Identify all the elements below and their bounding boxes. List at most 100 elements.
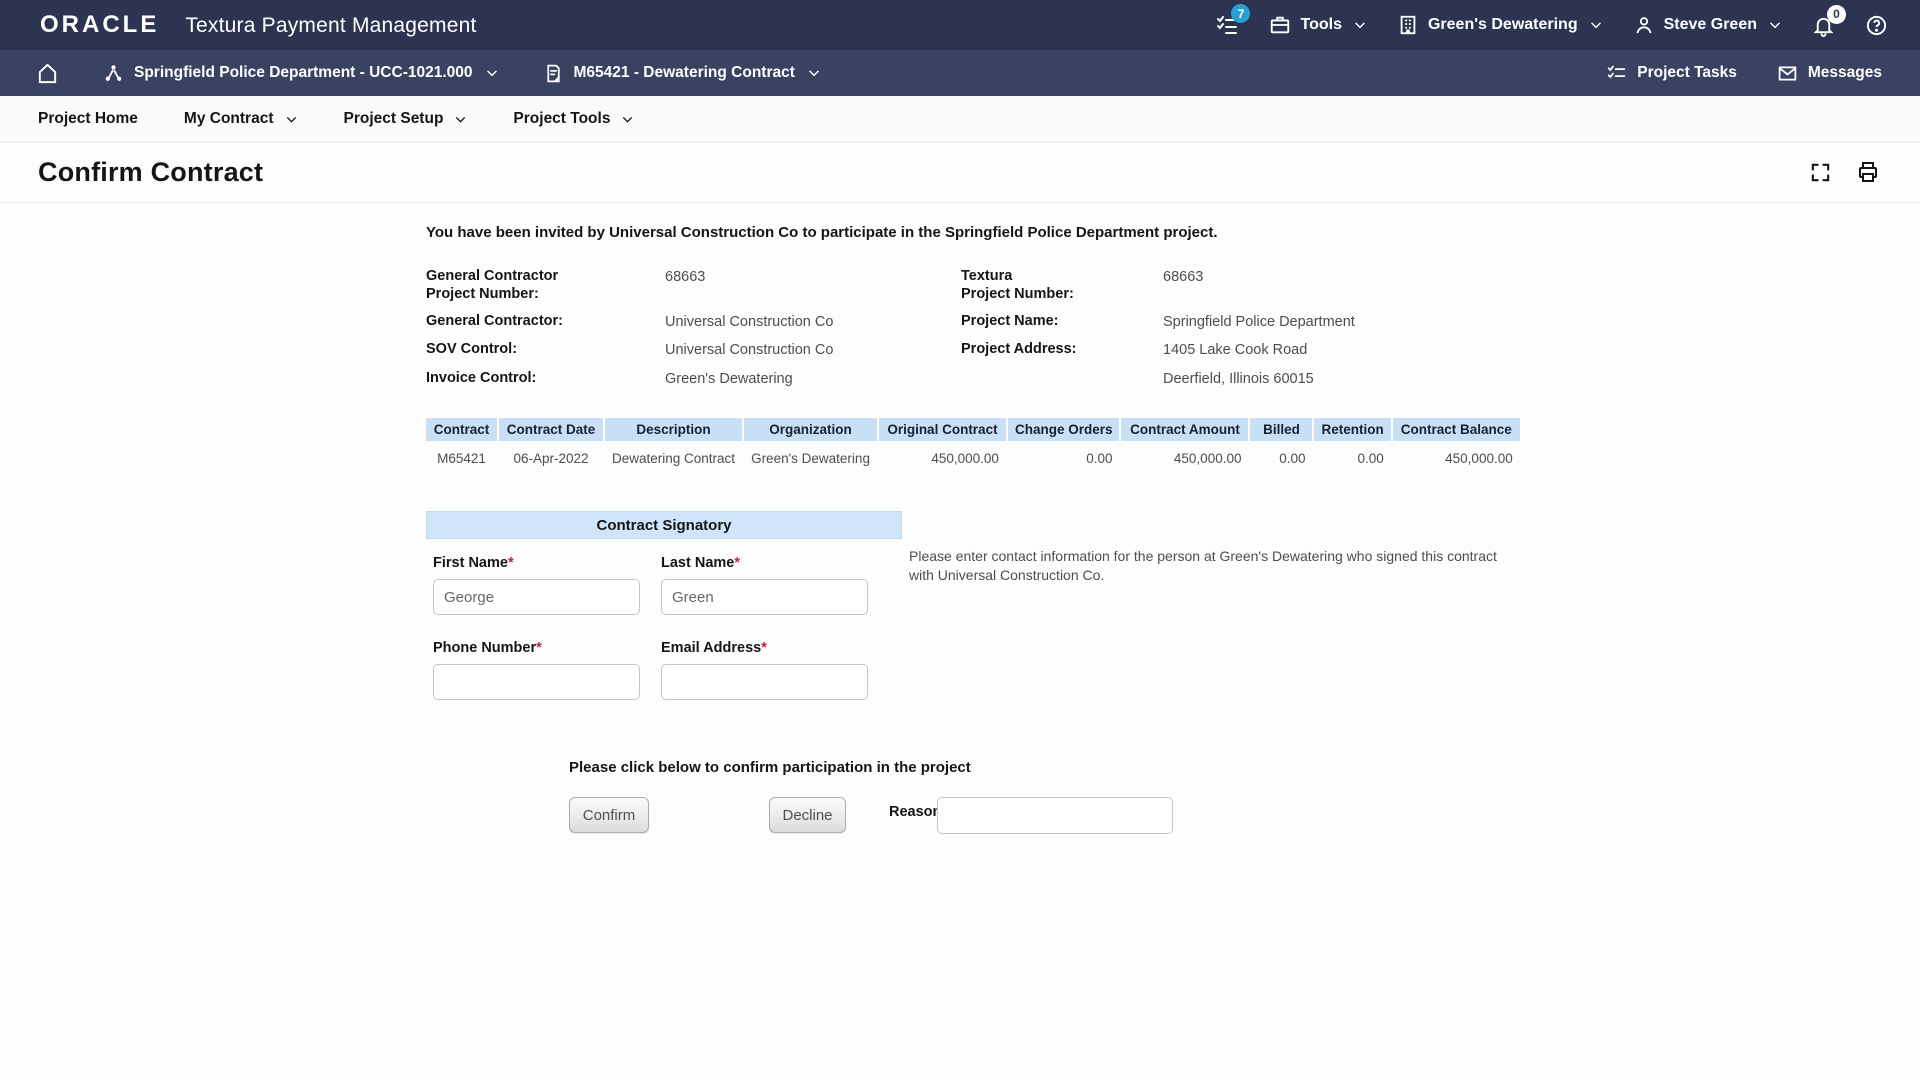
cell-contract-date: 06-Apr-2022	[499, 443, 603, 469]
nav-my-contract[interactable]: My Contract	[184, 110, 298, 128]
title-actions	[1809, 160, 1880, 184]
nav-project-setup[interactable]: Project Setup	[344, 110, 468, 128]
company-switcher[interactable]: Green's Dewatering	[1397, 14, 1603, 36]
print-icon[interactable]	[1856, 160, 1880, 184]
home-icon[interactable]	[36, 62, 59, 85]
fullscreen-icon[interactable]	[1809, 160, 1832, 184]
cell-retention: 0.00	[1314, 443, 1390, 469]
cell-contract-amount: 450,000.00	[1121, 443, 1248, 469]
project-tasks-button[interactable]: Project Tasks	[1606, 63, 1737, 84]
person-icon	[1633, 14, 1655, 36]
brand: ORACLE Textura Payment Management	[40, 11, 477, 39]
nav-label: Project Setup	[344, 110, 444, 128]
cell-organization: Green's Dewatering	[744, 443, 877, 469]
nav-project-tools[interactable]: Project Tools	[513, 110, 634, 128]
col-header: Contract Balance	[1393, 418, 1520, 441]
detail-value: Springfield Police Department	[1163, 312, 1355, 331]
email-address-field: Email Address*	[661, 640, 871, 700]
chevron-down-icon	[1768, 18, 1782, 32]
product-name: Textura Payment Management	[185, 14, 476, 38]
notifications-count-badge: 0	[1827, 5, 1846, 24]
detail-label: Textura Project Number:	[961, 267, 1163, 303]
phone-number-input[interactable]	[433, 664, 640, 700]
detail-value: 68663	[665, 267, 705, 303]
top-app-bar: ORACLE Textura Payment Management 7 Tool…	[0, 0, 1920, 50]
detail-row: SOV Control: Universal Construction Co	[426, 340, 833, 359]
detail-label: General Contractor Project Number:	[426, 267, 665, 303]
col-header: Organization	[744, 418, 877, 441]
detail-value: 68663	[1163, 267, 1203, 303]
col-header: Original Contract	[879, 418, 1006, 441]
required-marker: *	[761, 640, 767, 656]
user-menu[interactable]: Steve Green	[1633, 14, 1782, 36]
required-marker: *	[536, 640, 542, 656]
signatory-instructions: Please enter contact information for the…	[909, 547, 1499, 585]
last-name-field: Last Name*	[661, 555, 871, 615]
chevron-down-icon	[285, 113, 298, 126]
decline-button[interactable]: Decline	[769, 797, 846, 833]
cell-contract-balance: 450,000.00	[1393, 443, 1520, 469]
project-selector[interactable]: Springfield Police Department - UCC-1021…	[103, 63, 499, 84]
chevron-down-icon	[621, 113, 634, 126]
global-tasks-button[interactable]: 7	[1215, 13, 1239, 37]
col-header: Contract Date	[499, 418, 603, 441]
detail-value: Deerfield, Illinois 60015	[1163, 369, 1314, 388]
tasks-count-badge: 7	[1231, 4, 1250, 23]
tasklist-icon	[1606, 63, 1627, 84]
detail-label: SOV Control:	[426, 340, 665, 359]
detail-label: Project Address:	[961, 340, 1163, 359]
email-address-label: Email Address*	[661, 640, 871, 656]
nav-label: My Contract	[184, 110, 274, 128]
first-name-input[interactable]	[433, 579, 640, 615]
chevron-down-icon	[807, 66, 821, 80]
confirm-button[interactable]: Confirm	[569, 797, 649, 833]
detail-value: Universal Construction Co	[665, 312, 833, 331]
contract-selector-label: M65421 - Dewatering Contract	[574, 64, 795, 82]
cell-description: Dewatering Contract	[605, 443, 742, 469]
help-button[interactable]	[1865, 14, 1888, 37]
envelope-icon	[1777, 63, 1798, 84]
reason-input[interactable]	[937, 797, 1173, 834]
first-name-label: First Name*	[433, 555, 643, 571]
project-selector-label: Springfield Police Department - UCC-1021…	[134, 64, 473, 82]
col-header: Retention	[1314, 418, 1390, 441]
briefcase-icon	[1269, 14, 1291, 36]
col-header: Description	[605, 418, 742, 441]
table-row: M65421 06-Apr-2022 Dewatering Contract G…	[426, 443, 1520, 469]
building-icon	[1397, 14, 1419, 36]
cell-billed: 0.00	[1250, 443, 1312, 469]
col-header: Change Orders	[1008, 418, 1120, 441]
chevron-down-icon	[454, 113, 467, 126]
col-header: Billed	[1250, 418, 1312, 441]
contract-details-left: General Contractor Project Number: 68663…	[426, 267, 833, 397]
last-name-input[interactable]	[661, 579, 868, 615]
contract-details-right: Textura Project Number: 68663 Project Na…	[961, 267, 1355, 397]
project-nav: Project Home My Contract Project Setup P…	[0, 96, 1920, 143]
detail-row: Invoice Control: Green's Dewatering	[426, 369, 833, 388]
detail-row: Deerfield, Illinois 60015	[961, 369, 1355, 388]
tools-label: Tools	[1300, 16, 1341, 34]
detail-value: 1405 Lake Cook Road	[1163, 340, 1307, 359]
last-name-label: Last Name*	[661, 555, 871, 571]
nav-project-home[interactable]: Project Home	[38, 110, 138, 128]
detail-row: Project Name: Springfield Police Departm…	[961, 312, 1355, 331]
chevron-down-icon	[1353, 18, 1367, 32]
email-address-input[interactable]	[661, 664, 868, 700]
required-marker: *	[508, 555, 514, 571]
app-screen: ORACLE Textura Payment Management 7 Tool…	[0, 0, 1920, 1080]
tools-menu[interactable]: Tools	[1269, 14, 1366, 36]
contract-document-icon	[543, 63, 564, 84]
nav-label: Project Home	[38, 110, 138, 128]
confirm-prompt: Please click below to confirm participat…	[569, 759, 971, 776]
messages-label: Messages	[1808, 64, 1882, 82]
hierarchy-icon	[103, 63, 124, 84]
notifications-button[interactable]: 0	[1812, 14, 1835, 37]
invitation-text: You have been invited by Universal Const…	[426, 224, 1218, 241]
contract-signatory-header: Contract Signatory	[426, 511, 902, 539]
topbar-actions: 7 Tools Green's Dewatering	[1215, 13, 1888, 37]
detail-value: Universal Construction Co	[665, 340, 833, 359]
messages-button[interactable]: Messages	[1777, 63, 1882, 84]
detail-value: Green's Dewatering	[665, 369, 793, 388]
contract-selector[interactable]: M65421 - Dewatering Contract	[543, 63, 821, 84]
company-label: Green's Dewatering	[1428, 16, 1578, 34]
